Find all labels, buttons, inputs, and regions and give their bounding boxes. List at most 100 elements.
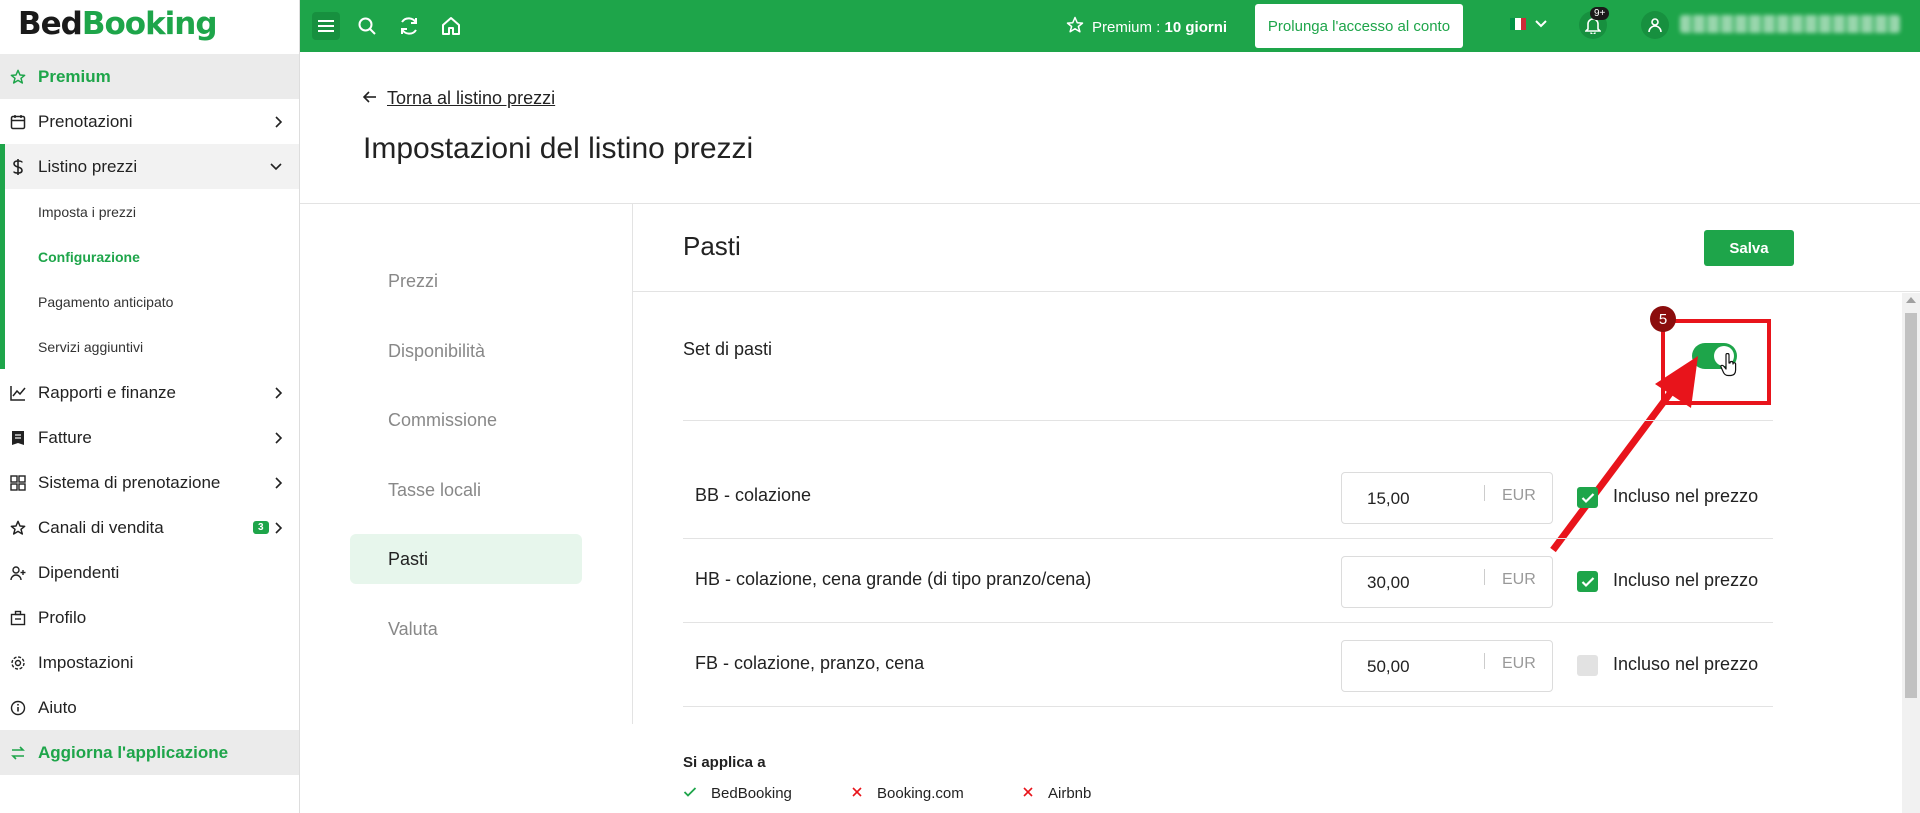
hamburger-menu-icon[interactable]	[312, 12, 340, 40]
dollar-icon	[10, 158, 26, 175]
bedbooking-logo[interactable]: BedBooking	[18, 6, 218, 42]
meal-set-label: Set di pasti	[683, 339, 773, 359]
sidebar-item-aiuto[interactable]: Aiuto	[0, 685, 299, 730]
chart-line-icon	[10, 385, 26, 401]
panel-header: Pasti Salva	[633, 204, 1920, 292]
included-label: Incluso nel prezzo	[1613, 654, 1759, 674]
chevron-right-icon	[273, 475, 283, 495]
nav-item-valuta[interactable]: Valuta	[350, 604, 582, 654]
sidebar-item-aggiorna[interactable]: Aggiorna l'applicazione	[0, 730, 299, 775]
included-checkbox[interactable]	[1577, 655, 1598, 676]
chevron-right-icon	[273, 114, 283, 134]
included-checkbox[interactable]	[1577, 571, 1598, 592]
apply-item-airbnb[interactable]: Airbnb	[1022, 785, 1091, 802]
premium-status: Premium : 10 giorni	[1066, 16, 1227, 38]
meal-name: HB - colazione, cena grande (di tipo pra…	[695, 569, 1092, 589]
chevron-right-icon	[273, 520, 283, 540]
included-label: Incluso nel prezzo	[1613, 570, 1759, 590]
user-plus-icon	[10, 565, 26, 581]
user-icon[interactable]	[1641, 11, 1669, 39]
scrollbar-thumb[interactable]	[1905, 313, 1917, 698]
sidebar-item-listino-prezzi[interactable]: Listino prezzi	[0, 144, 299, 189]
meal-price-input[interactable]: 30,00 EUR	[1341, 556, 1553, 608]
home-icon[interactable]	[437, 12, 465, 40]
nav-item-prezzi[interactable]: Prezzi	[350, 256, 582, 306]
meal-row: BB - colazione 15,00 EUR Incluso nel pre…	[683, 455, 1773, 539]
currency-label: EUR	[1502, 571, 1536, 588]
meal-price-value[interactable]: 50,00	[1367, 657, 1410, 677]
meal-price-input[interactable]: 15,00 EUR	[1341, 472, 1553, 524]
prolong-access-button[interactable]: Prolunga l'accesso al conto	[1255, 4, 1463, 48]
invoice-icon	[10, 430, 26, 446]
search-icon[interactable]	[353, 12, 381, 40]
price-separator	[1484, 485, 1485, 501]
meal-row: FB - colazione, pranzo, cena 50,00 EUR I…	[683, 623, 1773, 707]
included-checkbox[interactable]	[1577, 487, 1598, 508]
sidebar-item-premium[interactable]: Premium	[0, 54, 299, 99]
star-icon	[1066, 16, 1084, 38]
apply-item-booking[interactable]: Booking.com	[851, 785, 964, 802]
section-divider	[683, 420, 1773, 421]
calendar-icon	[10, 114, 26, 130]
currency-label: EUR	[1502, 487, 1536, 504]
sync-icon	[10, 745, 26, 761]
building-icon	[10, 610, 26, 626]
grid-icon	[10, 474, 26, 491]
apply-item-bedbooking[interactable]: BedBooking	[683, 785, 792, 802]
currency-label: EUR	[1502, 655, 1536, 672]
sidebar-item-fatture[interactable]: Fatture	[0, 415, 299, 460]
sidebar-item-dipendenti[interactable]: Dipendenti	[0, 550, 299, 595]
notifications-badge: 9+	[1590, 7, 1610, 20]
info-icon	[10, 700, 26, 716]
nav-item-tasse-locali[interactable]: Tasse locali	[350, 465, 582, 515]
meal-name: FB - colazione, pranzo, cena	[695, 653, 925, 673]
back-link-label[interactable]: Torna al listino prezzi	[387, 88, 555, 109]
nav-item-pasti[interactable]: Pasti	[350, 534, 582, 584]
meal-price-value[interactable]: 30,00	[1367, 573, 1410, 593]
user-email-blurred[interactable]	[1680, 15, 1900, 33]
italy-flag-icon[interactable]	[1510, 18, 1526, 30]
gear-icon	[10, 655, 26, 671]
premium-days: 10 giorni	[1164, 18, 1228, 36]
meal-price-input[interactable]: 50,00 EUR	[1341, 640, 1553, 692]
chevron-down-icon[interactable]	[1534, 14, 1548, 39]
star-icon	[10, 520, 26, 536]
sidebar-subitem-imposta-prezzi[interactable]: Imposta i prezzi	[0, 189, 299, 234]
sidebar-item-canali[interactable]: Canali di vendita 3	[0, 505, 299, 550]
meal-price-value[interactable]: 15,00	[1367, 489, 1410, 509]
back-link[interactable]: Torna al listino prezzi	[362, 88, 555, 109]
panel-title: Pasti	[683, 231, 741, 261]
sidebar-item-profilo[interactable]: Profilo	[0, 595, 299, 640]
close-icon	[851, 785, 863, 802]
chevron-right-icon	[273, 385, 283, 405]
page-title: Impostazioni del listino prezzi	[363, 132, 754, 165]
scroll-up-arrow-icon[interactable]	[1906, 297, 1916, 303]
refresh-icon[interactable]	[395, 12, 423, 40]
sidebar-subitem-pagamento-anticipato[interactable]: Pagamento anticipato	[0, 279, 299, 324]
sidebar-item-rapporti[interactable]: Rapporti e finanze	[0, 370, 299, 415]
sidebar-subitem-configurazione[interactable]: Configurazione	[0, 234, 299, 279]
step-badge: 5	[1650, 306, 1676, 332]
meal-name: BB - colazione	[695, 485, 812, 505]
sidebar-item-sistema[interactable]: Sistema di prenotazione	[0, 460, 299, 505]
meal-row: HB - colazione, cena grande (di tipo pra…	[683, 539, 1773, 623]
star-icon	[10, 69, 26, 85]
close-icon	[1022, 785, 1034, 802]
sidebar-item-prenotazioni[interactable]: Prenotazioni	[0, 99, 299, 144]
settings-nav: Prezzi Disponibilità Commissione Tasse l…	[300, 204, 633, 724]
save-button[interactable]: Salva	[1704, 230, 1794, 266]
chevron-down-icon	[269, 159, 283, 179]
nav-item-commissione[interactable]: Commissione	[350, 395, 582, 445]
logo-area[interactable]: BedBooking	[0, 0, 300, 52]
page-header: Torna al listino prezzi Impostazioni del…	[300, 52, 1920, 204]
included-label: Incluso nel prezzo	[1613, 486, 1759, 506]
premium-label: Premium :	[1092, 18, 1161, 36]
sidebar-item-impostazioni[interactable]: Impostazioni	[0, 640, 299, 685]
price-separator	[1484, 653, 1485, 669]
applies-to-title: Si applica a	[683, 754, 766, 771]
nav-item-disponibilita[interactable]: Disponibilità	[350, 326, 582, 376]
sidebar-subitem-servizi-aggiuntivi[interactable]: Servizi aggiuntivi	[0, 324, 299, 369]
canali-count-badge: 3	[253, 521, 269, 534]
price-separator	[1484, 569, 1485, 585]
hand-cursor-icon	[1720, 352, 1738, 382]
